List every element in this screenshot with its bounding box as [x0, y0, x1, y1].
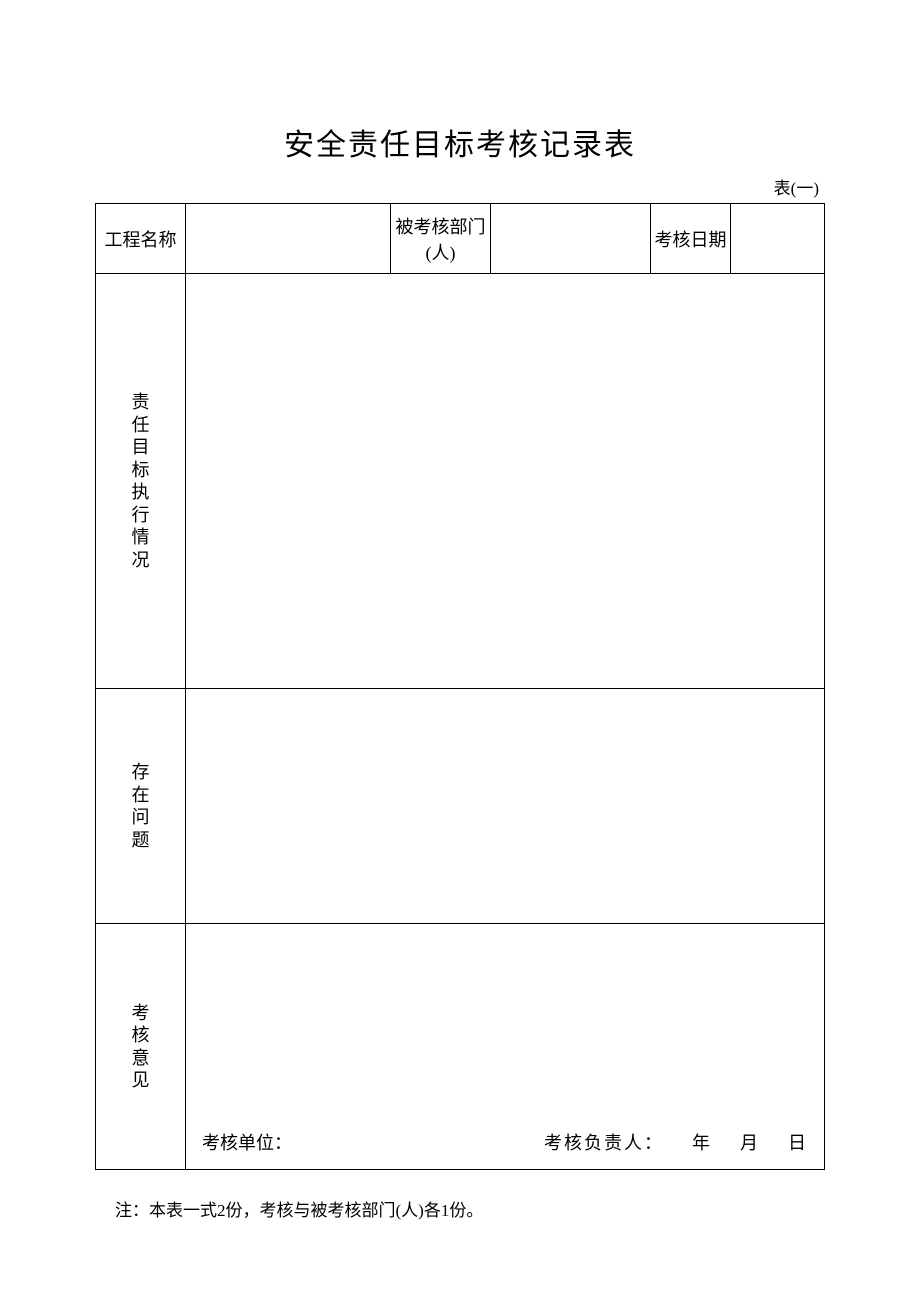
issues-label: 存 在 问 题: [96, 689, 186, 924]
year-char: 年: [692, 1133, 712, 1153]
execution-status-value: [186, 274, 825, 689]
month-char: 月: [740, 1133, 760, 1153]
opinion-value-cell: 考核单位： 考核负责人： 年 月 日: [186, 924, 825, 1170]
assessed-dept-label-line1: 被考核部门: [391, 213, 490, 239]
table-row: 责 任 目 标 执 行 情 况: [96, 274, 825, 689]
assess-responsible-and-date: 考核负责人： 年 月 日: [544, 1129, 808, 1155]
table-row: 存 在 问 题: [96, 689, 825, 924]
assessment-form-table: 工程名称 被考核部门 (人) 考核日期 责 任 目 标 执 行 情 况: [95, 203, 825, 1170]
assess-unit-label: 考核单位：: [202, 1129, 292, 1155]
footnote: 注：本表一式2份，考核与被考核部门(人)各1份。: [115, 1196, 825, 1221]
day-char: 日: [788, 1133, 808, 1153]
vertical-label: 责 任 目 标 执 行 情 况: [132, 391, 150, 571]
assess-responsible-label: 考核负责人：: [544, 1133, 664, 1153]
project-name-value: [186, 204, 391, 274]
assessed-dept-value: [491, 204, 651, 274]
assessed-dept-label: 被考核部门 (人): [391, 204, 491, 274]
table-index-label: 表(一): [95, 174, 819, 199]
opinion-label: 考 核 意 见: [96, 924, 186, 1170]
execution-status-label: 责 任 目 标 执 行 情 况: [96, 274, 186, 689]
opinion-footer-line: 考核单位： 考核负责人： 年 月 日: [186, 1129, 824, 1155]
vertical-label: 考 核 意 见: [132, 1002, 150, 1092]
assessed-dept-label-line2: (人): [391, 239, 490, 265]
table-row: 考 核 意 见 考核单位： 考核负责人： 年 月 日: [96, 924, 825, 1170]
issues-value: [186, 689, 825, 924]
assess-date-value: [731, 204, 825, 274]
project-name-label: 工程名称: [96, 204, 186, 274]
assess-date-label: 考核日期: [651, 204, 731, 274]
document-page: 安全责任目标考核记录表 表(一) 工程名称 被考核部门 (人) 考核日期 责 任…: [0, 0, 920, 1221]
table-row: 工程名称 被考核部门 (人) 考核日期: [96, 204, 825, 274]
vertical-label: 存 在 问 题: [132, 761, 150, 851]
page-title: 安全责任目标考核记录表: [95, 120, 825, 164]
